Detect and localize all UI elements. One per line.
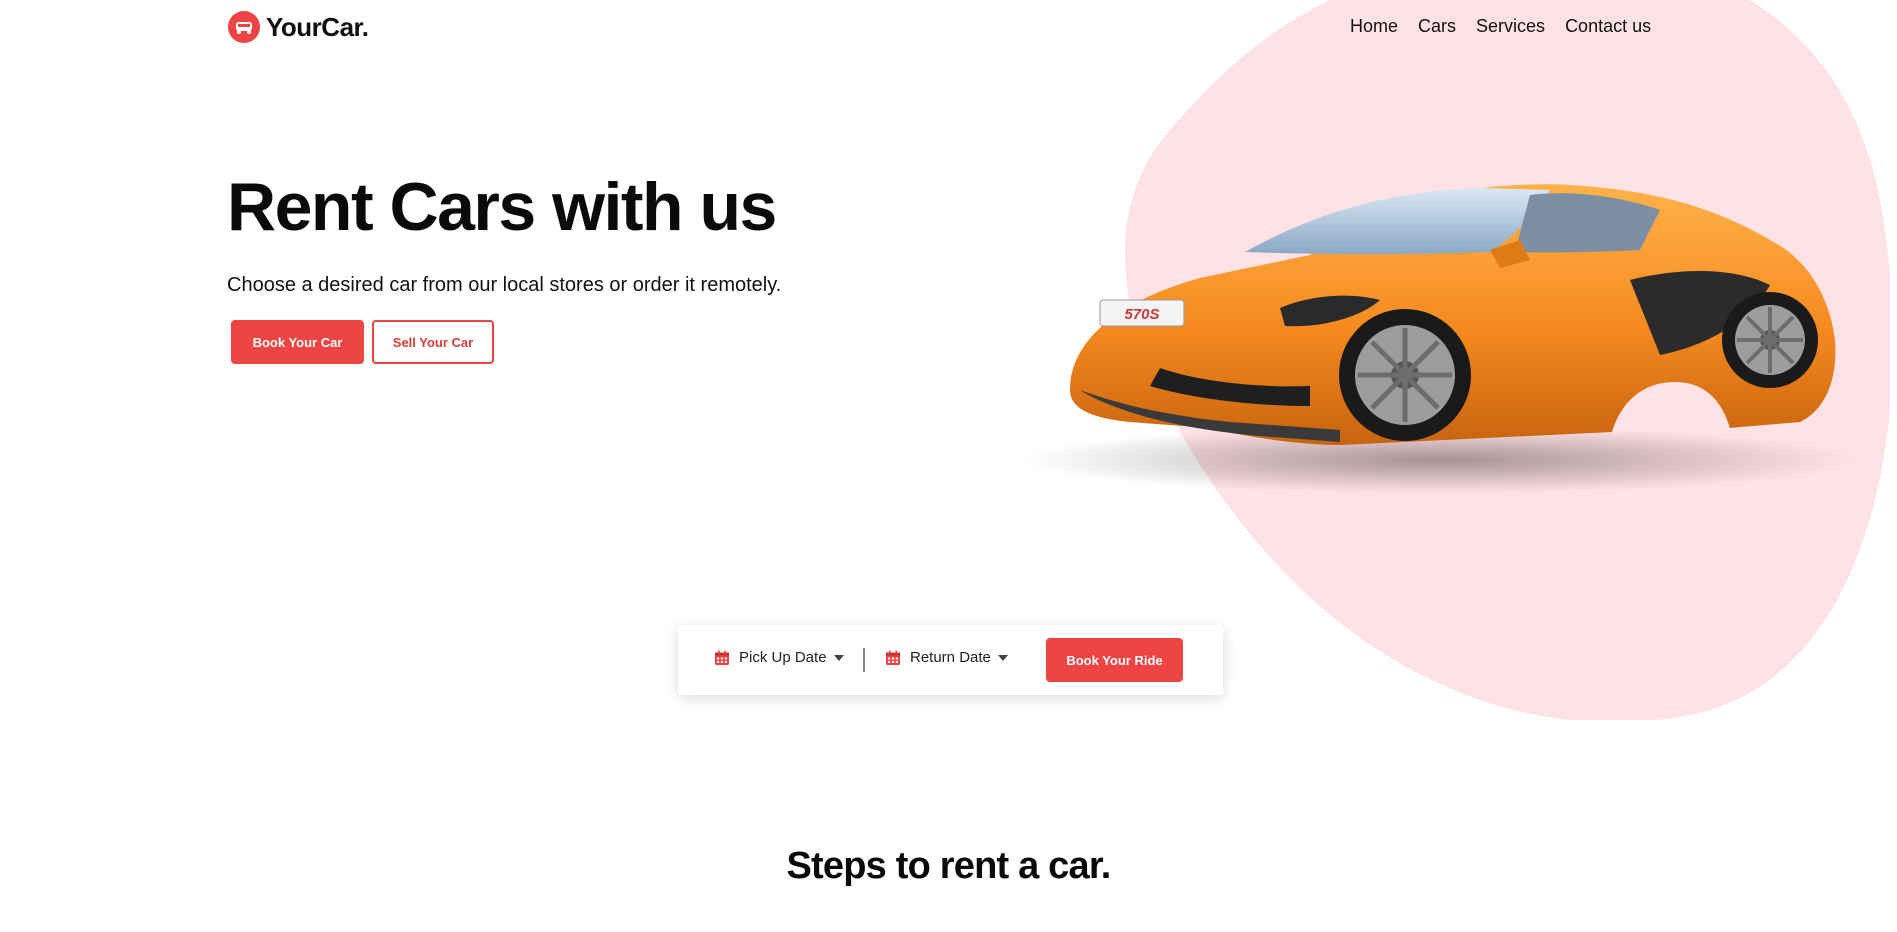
brand-logo[interactable]: YourCar.	[227, 10, 369, 44]
pickup-date-label: Pick Up Date	[739, 649, 827, 666]
hero-car-image: 570S	[1020, 184, 1860, 494]
brand-name: YourCar.	[266, 11, 369, 42]
nav-home[interactable]: Home	[1350, 16, 1398, 37]
calendar-icon	[886, 650, 900, 665]
main-nav: Home Cars Services Contact us	[1350, 16, 1651, 37]
pickup-date-dropdown[interactable]: Pick Up Date	[714, 649, 844, 666]
sell-your-car-button[interactable]: Sell Your Car	[372, 320, 494, 364]
return-date-dropdown[interactable]: Return Date	[885, 649, 1008, 666]
car-logo-icon	[228, 11, 260, 43]
chevron-down-icon	[833, 654, 844, 661]
return-date-label: Return Date	[910, 649, 991, 666]
booking-bar: Pick Up Date Return Date Book Your Ride	[678, 625, 1223, 695]
chevron-down-icon	[997, 654, 1008, 661]
hero-subtitle: Choose a desired car from our local stor…	[227, 274, 782, 296]
nav-contact[interactable]: Contact us	[1565, 16, 1651, 37]
license-plate-text: 570S	[1124, 306, 1159, 323]
nav-cars[interactable]: Cars	[1418, 16, 1456, 37]
nav-services[interactable]: Services	[1476, 16, 1545, 37]
booking-divider	[863, 648, 865, 672]
book-your-ride-button[interactable]: Book Your Ride	[1046, 638, 1183, 682]
book-your-car-button[interactable]: Book Your Car	[231, 320, 364, 364]
page: YourCar. Home Cars Services Contact us R…	[0, 0, 1897, 932]
steps-section-title: Steps to rent a car.	[786, 845, 1111, 887]
calendar-icon	[715, 650, 729, 665]
hero-title: Rent Cars with us	[227, 169, 777, 245]
